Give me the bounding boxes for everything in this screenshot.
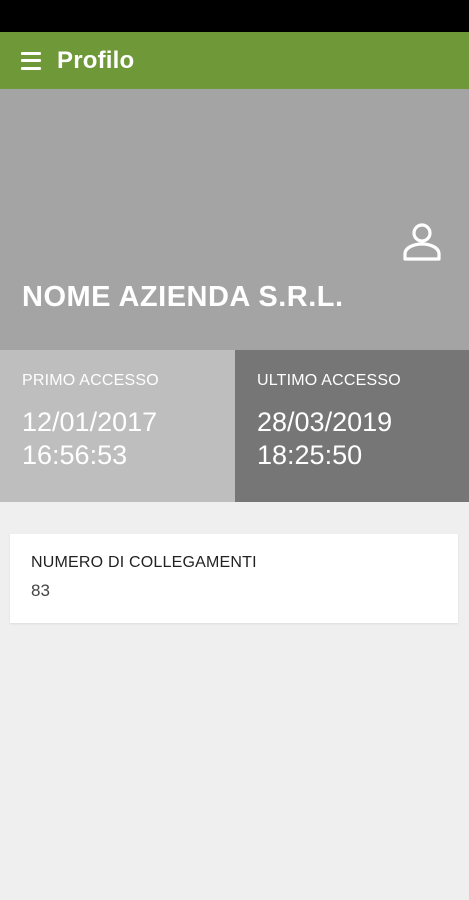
first-access-date: 12/01/2017 — [22, 407, 158, 437]
connections-card: NUMERO DI COLLEGAMENTI 83 — [10, 534, 458, 623]
person-icon — [403, 223, 441, 261]
status-bar — [0, 0, 469, 32]
last-access-time: 18:25:50 — [257, 440, 363, 470]
menu-line — [21, 66, 41, 70]
access-row: PRIMO ACCESSO 12/01/2017 16:56:53 ULTIMO… — [0, 350, 469, 502]
app-bar: Profilo — [0, 32, 469, 89]
page-title: Profilo — [57, 46, 135, 74]
first-access-label: PRIMO ACCESSO — [22, 372, 159, 389]
last-access-panel: ULTIMO ACCESSO 28/03/2019 18:25:50 — [235, 350, 469, 502]
menu-line — [21, 59, 41, 62]
hamburger-menu-icon[interactable] — [21, 51, 43, 70]
connections-value: 83 — [31, 581, 50, 600]
first-access-time: 16:56:53 — [22, 440, 128, 470]
menu-line — [21, 51, 41, 55]
company-name: NOME AZIENDA S.R.L. — [22, 281, 344, 313]
last-access-value: 28/03/2019 18:25:50 — [257, 406, 469, 472]
connections-label: NUMERO DI COLLEGAMENTI — [31, 554, 257, 571]
first-access-panel: PRIMO ACCESSO 12/01/2017 16:56:53 — [0, 350, 235, 502]
first-access-value: 12/01/2017 16:56:53 — [22, 406, 235, 472]
profile-header: NOME AZIENDA S.R.L. — [0, 89, 469, 350]
last-access-date: 28/03/2019 — [257, 407, 393, 437]
last-access-label: ULTIMO ACCESSO — [257, 372, 401, 389]
